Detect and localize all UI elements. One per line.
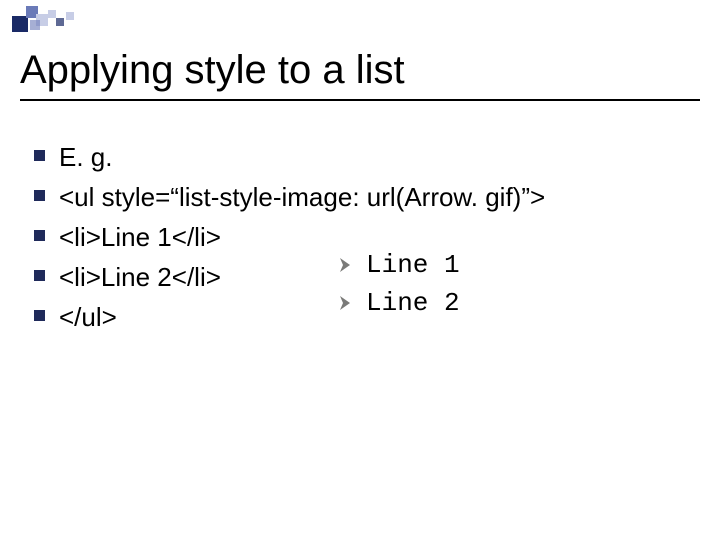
- square-bullet-icon: [34, 310, 45, 321]
- bullet-text: <li>Line 1</li>: [59, 220, 221, 254]
- list-item: <ul style=“list-style-image: url(Arrow. …: [34, 180, 674, 214]
- title-area: Applying style to a list: [20, 48, 700, 101]
- list-item: E. g.: [34, 140, 674, 174]
- example-line: Line 1: [338, 247, 460, 283]
- slide-title: Applying style to a list: [20, 48, 700, 93]
- square-bullet-icon: [34, 270, 45, 281]
- square-bullet-icon: [34, 190, 45, 201]
- square-bullet-icon: [34, 230, 45, 241]
- example-text: Line 2: [366, 285, 460, 321]
- arrow-icon: [338, 257, 352, 273]
- title-underline: [20, 99, 700, 101]
- bullet-text: </ul>: [59, 300, 117, 334]
- bullet-text: <ul style=“list-style-image: url(Arrow. …: [59, 180, 545, 214]
- arrow-icon: [338, 295, 352, 311]
- square-bullet-icon: [34, 150, 45, 161]
- bullet-text: E. g.: [59, 140, 112, 174]
- rendered-example: Line 1 Line 2: [338, 247, 460, 323]
- slide: Applying style to a list E. g. <ul style…: [0, 0, 720, 540]
- corner-decoration: [12, 6, 112, 32]
- example-text: Line 1: [366, 247, 460, 283]
- example-line: Line 2: [338, 285, 460, 321]
- bullet-text: <li>Line 2</li>: [59, 260, 221, 294]
